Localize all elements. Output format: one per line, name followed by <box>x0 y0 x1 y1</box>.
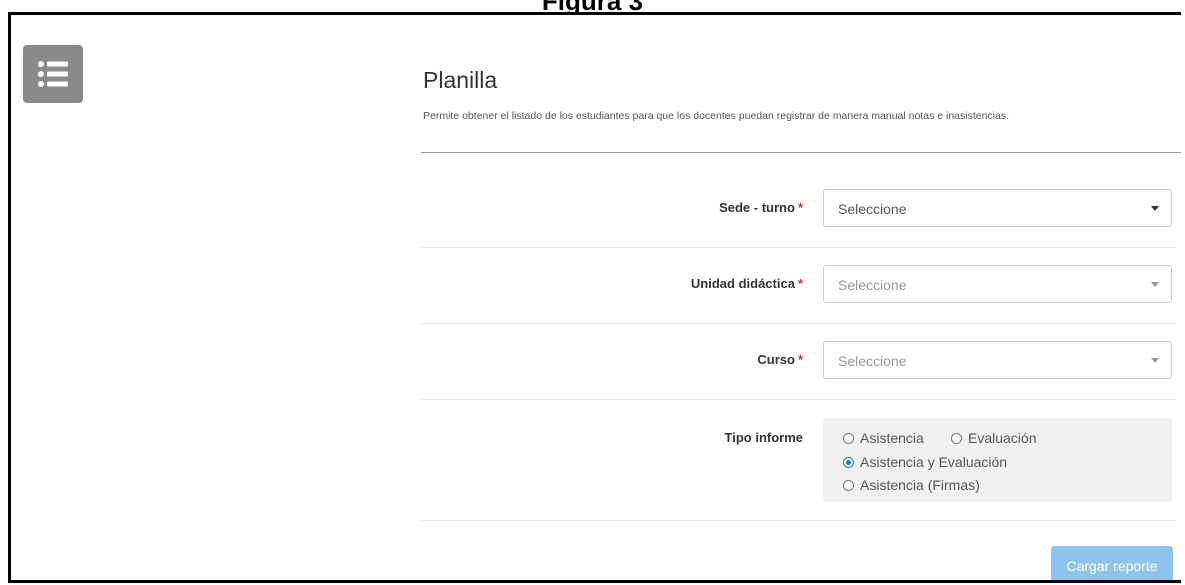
caret-down-icon <box>1151 206 1159 211</box>
required-mark: * <box>797 276 803 291</box>
caret-down-icon <box>1151 358 1159 363</box>
page-title: Planilla <box>423 67 498 93</box>
caret-down-icon <box>1151 282 1159 287</box>
radio-checked-icon <box>843 457 854 468</box>
row-divider <box>421 399 1176 400</box>
radio-unchecked-icon <box>951 433 962 444</box>
curso-select[interactable]: Seleccione <box>823 341 1172 379</box>
sede-turno-value: Seleccione <box>838 201 907 217</box>
list-icon <box>38 61 68 87</box>
curso-value: Seleccione <box>838 353 907 369</box>
radio-unchecked-icon <box>843 433 854 444</box>
unidad-didactica-label: Unidad didáctica * <box>690 276 803 291</box>
radio-asistencia-firmas[interactable]: Asistencia (Firmas) <box>843 477 980 493</box>
required-mark: * <box>797 200 803 215</box>
required-mark: * <box>797 352 803 367</box>
tipo-informe-radio-group: Asistencia Evaluación Asistencia y Evalu… <box>823 418 1172 502</box>
page-description: Permite obtener el listado de los estudi… <box>423 110 1010 122</box>
radio-asistencia-y-evaluacion[interactable]: Asistencia y Evaluación <box>843 454 1007 470</box>
unidad-didactica-value: Seleccione <box>838 277 907 293</box>
tipo-informe-label: Tipo informe <box>724 430 803 445</box>
cargar-reporte-button[interactable]: Cargar reporte <box>1051 546 1173 580</box>
row-divider <box>421 520 1176 521</box>
app-frame: Planilla Permite obtener el listado de l… <box>8 12 1181 583</box>
sede-turno-label: Sede - turno * <box>719 200 803 215</box>
unidad-didactica-select[interactable]: Seleccione <box>823 265 1172 303</box>
sede-turno-select[interactable]: Seleccione <box>823 189 1172 227</box>
radio-unchecked-icon <box>843 480 854 491</box>
radio-evaluacion[interactable]: Evaluación <box>951 430 1037 446</box>
row-divider <box>421 323 1176 324</box>
menu-toggle-button[interactable] <box>23 45 83 103</box>
radio-asistencia[interactable]: Asistencia <box>843 430 924 446</box>
curso-label: Curso * <box>757 352 803 367</box>
header-divider <box>421 152 1181 153</box>
row-divider <box>421 247 1176 248</box>
